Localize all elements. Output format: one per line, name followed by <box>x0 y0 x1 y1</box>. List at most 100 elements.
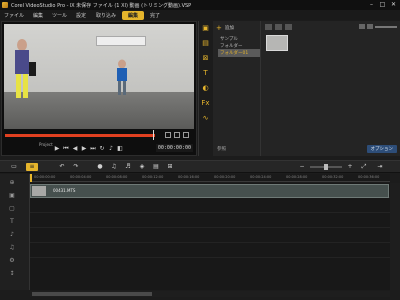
music-track[interactable] <box>30 243 390 258</box>
ruler-tick: 00:00:24:00 <box>250 175 272 179</box>
zoom-out-icon[interactable]: − <box>296 163 308 171</box>
title-bar: Corel VideoStudio Pro - Ⅸ 未保存 ファイル (1 ⅩⅠ… <box>0 0 400 10</box>
ruler-tick: 00:00:00:00 <box>34 175 56 179</box>
record-icon[interactable]: ● <box>94 163 106 171</box>
path-icon[interactable]: ∿ <box>201 114 210 123</box>
media-thumbnail[interactable] <box>266 35 288 51</box>
title-track[interactable] <box>30 213 390 228</box>
home-icon[interactable]: ⏮ <box>62 144 70 153</box>
add-folder-button[interactable]: + 追加 <box>216 24 234 32</box>
add-track-icon[interactable]: ⊕ <box>8 179 16 187</box>
end-icon[interactable]: ⏭ <box>89 144 97 153</box>
scrub-bar[interactable] <box>5 134 155 137</box>
library-toolbar <box>263 24 399 34</box>
show-photos-icon[interactable] <box>275 24 282 30</box>
timeline-toolbar: ▭ ≡ ↶ ↷ ● ♫ ♬ ◈ ▤ ⊞ − + ⤢ ⇥ <box>0 160 400 173</box>
show-videos-icon[interactable] <box>265 24 272 30</box>
timeline-ruler[interactable]: 00:00:00:00 00:00:04:00 00:00:08:00 00:0… <box>30 174 390 182</box>
app-icon <box>2 2 8 8</box>
music-track-icon[interactable]: ♫ <box>8 244 16 252</box>
mode-label[interactable]: Project <box>39 142 53 147</box>
menu-tools[interactable]: ツール <box>52 12 67 19</box>
instant-project-icon[interactable]: ▤ <box>201 39 210 48</box>
voice-track-icon[interactable]: ♪ <box>8 231 16 239</box>
library-panel: ▣ ▤ ⊠ T ◐ Fx ∿ + 追加 サンプル フォルダー フォルダー01 参… <box>198 21 400 156</box>
hd-icon[interactable]: ◧ <box>116 144 124 153</box>
track-settings-icon[interactable]: ⚙ <box>8 257 16 265</box>
zoom-slider[interactable] <box>310 164 342 170</box>
player-panel: Project ▶ ⏮ ◀ ▶ ⏭ ↻ ♪ ◧ 00:00:00:00 <box>1 21 197 156</box>
menu-bar: ファイル 編集 ツール 設定 <box>0 10 400 20</box>
ruler-tick: 00:00:04:00 <box>70 175 92 179</box>
timeline-view-icon[interactable]: ≡ <box>26 163 38 171</box>
maximize-icon[interactable]: □ <box>378 1 387 8</box>
vertical-scrollbar[interactable] <box>390 183 400 290</box>
trim-marker[interactable] <box>153 130 157 140</box>
thumb-view-icon[interactable] <box>367 24 373 29</box>
menu-settings[interactable]: 設定 <box>76 12 86 19</box>
video-track-icon[interactable]: ▣ <box>8 192 16 200</box>
ruler-tick: 00:00:08:00 <box>106 175 128 179</box>
media-icon[interactable]: ▣ <box>201 24 210 33</box>
fit-project-icon[interactable]: ⤢ <box>358 163 370 171</box>
title-track-icon[interactable]: T <box>8 218 16 226</box>
show-audio-icon[interactable] <box>285 24 292 30</box>
zoom-in-icon[interactable]: + <box>344 163 356 171</box>
horizontal-scrollbar[interactable] <box>30 291 390 297</box>
minimize-icon[interactable]: – <box>367 1 376 8</box>
graphic-icon[interactable]: ◐ <box>201 84 210 93</box>
motion-icon[interactable]: ◈ <box>136 163 148 171</box>
play-icon[interactable]: ▶ <box>53 144 61 153</box>
ruler-tick: 00:00:28:00 <box>286 175 308 179</box>
volume-icon[interactable]: ♪ <box>107 144 115 153</box>
ruler-tick: 00:00:20:00 <box>214 175 236 179</box>
menu-edit[interactable]: 編集 <box>33 12 43 19</box>
close-icon[interactable]: ✕ <box>389 1 398 8</box>
folder-item-selected[interactable]: フォルダー01 <box>218 49 260 57</box>
redo-icon[interactable]: ↷ <box>70 163 82 171</box>
transport-controls: Project ▶ ⏮ ◀ ▶ ⏭ ↻ ♪ ◧ 00:00:00:00 <box>5 142 195 155</box>
folder-list: + 追加 サンプル フォルダー フォルダー01 <box>213 21 261 156</box>
mark-in-icon[interactable] <box>165 132 171 138</box>
tab-capture[interactable]: 取り込み <box>90 11 122 20</box>
menu-file[interactable]: ファイル <box>4 12 24 19</box>
split-icon[interactable] <box>183 132 189 138</box>
filter-icon[interactable]: Fx <box>201 99 210 108</box>
title-icon[interactable]: T <box>201 69 210 78</box>
playhead[interactable] <box>30 174 32 182</box>
undo-icon[interactable]: ↶ <box>56 163 68 171</box>
video-clip[interactable]: 00431.MTS <box>30 184 389 198</box>
repeat-icon[interactable]: ↻ <box>98 144 106 153</box>
library-tools: ▣ ▤ ⊠ T ◐ Fx ∿ <box>199 21 213 156</box>
list-view-icon[interactable] <box>359 24 365 29</box>
mixer-icon[interactable]: ♫ <box>108 163 120 171</box>
clip-label: 00431.MTS <box>53 188 76 193</box>
scroll-icon[interactable]: ↕ <box>8 270 16 278</box>
tab-edit[interactable]: 編集 <box>122 10 145 20</box>
clip-thumbnail <box>32 186 46 196</box>
prev-frame-icon[interactable]: ◀ <box>71 144 79 153</box>
overlay-track-icon[interactable]: ▢ <box>8 205 16 213</box>
storyboard-view-icon[interactable]: ▭ <box>8 163 20 171</box>
video-preview <box>4 24 194 129</box>
next-frame-icon[interactable]: ▶ <box>80 144 88 153</box>
timeline-tracks <box>30 183 390 290</box>
subtitle-icon[interactable]: ▤ <box>150 163 162 171</box>
ruler-tick: 00:00:16:00 <box>178 175 200 179</box>
mark-out-icon[interactable] <box>174 132 180 138</box>
auto-music-icon[interactable]: ♬ <box>122 163 134 171</box>
track-headers: ⊕ ▣ ▢ T ♪ ♫ ⚙ ↕ <box>0 174 30 290</box>
options-button[interactable]: オプション <box>366 145 397 153</box>
multi-trim-icon[interactable]: ⊞ <box>164 163 176 171</box>
tab-share[interactable]: 完了 <box>144 11 166 20</box>
timecode-display[interactable]: 00:00:00:00 <box>155 144 193 152</box>
timeline-end-icon[interactable]: ⇥ <box>374 163 386 171</box>
ruler-tick: 00:00:36:00 <box>358 175 380 179</box>
thumb-size-slider[interactable] <box>375 25 397 28</box>
ruler-tick: 00:00:32:00 <box>322 175 344 179</box>
overlay-track[interactable] <box>30 198 390 213</box>
browse-button[interactable]: 参照 <box>217 146 226 152</box>
voice-track[interactable] <box>30 228 390 243</box>
step-tabs: 取り込み 編集 完了 <box>90 10 166 20</box>
transition-icon[interactable]: ⊠ <box>201 54 210 63</box>
